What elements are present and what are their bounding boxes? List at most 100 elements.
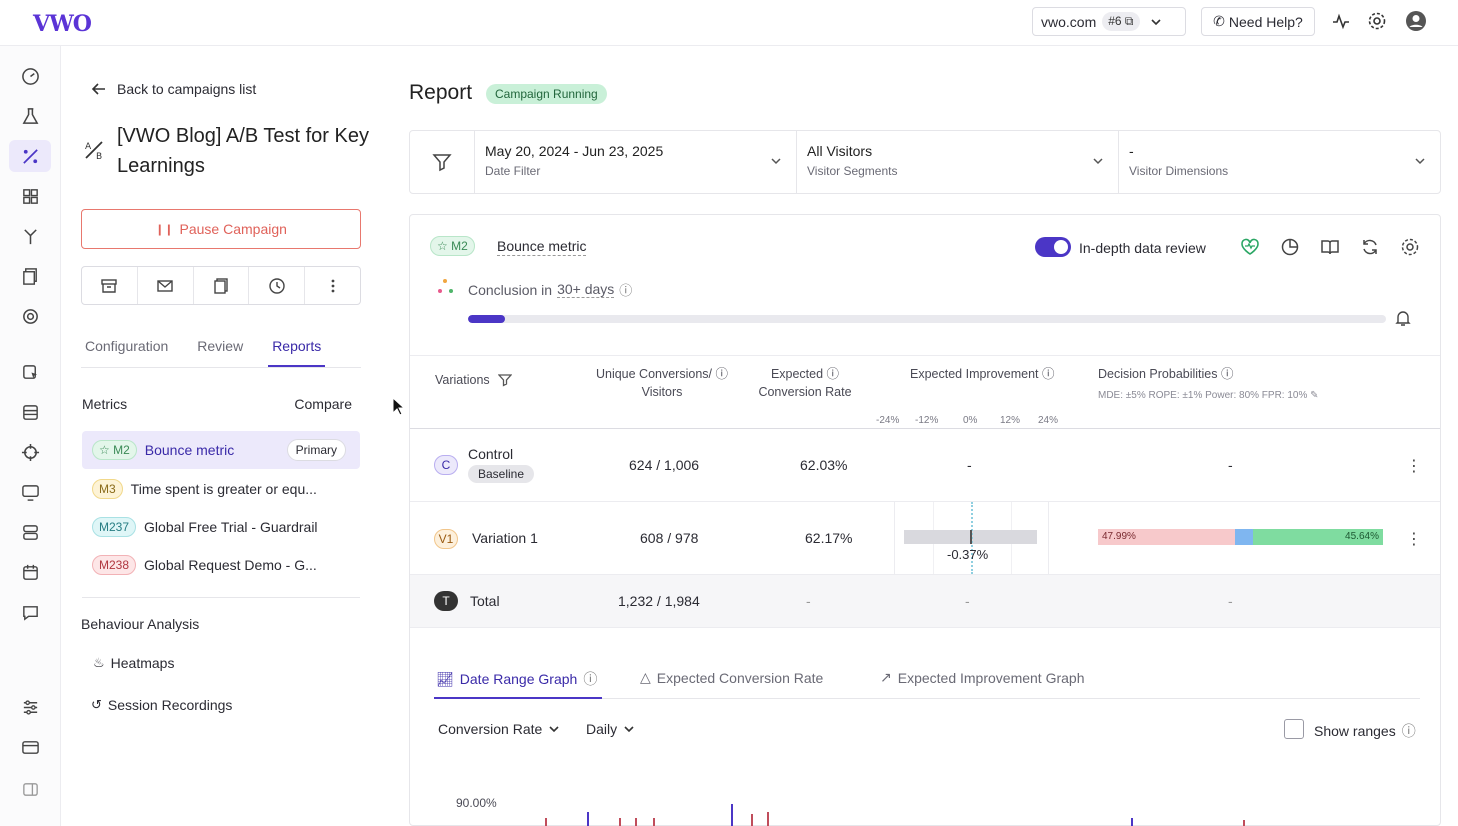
- flask-testing-icon[interactable]: [9, 100, 51, 132]
- edit-pencil-icon[interactable]: ✎: [1310, 390, 1318, 401]
- campaign-actions: [81, 266, 361, 305]
- billing-card-icon[interactable]: [9, 731, 51, 763]
- metric-item-m3[interactable]: M3 Time spent is greater or equ...: [82, 470, 360, 508]
- row-menu-icon[interactable]: ⋮: [1406, 456, 1422, 476]
- probability-neutral-segment: [1234, 529, 1253, 545]
- help-icon[interactable]: ⓘ: [1042, 367, 1055, 381]
- metric-badge: ☆ M2: [430, 236, 475, 256]
- graph-spikes: [545, 804, 1245, 826]
- mouse-cursor-icon: [392, 397, 406, 416]
- visitor-segments-filter[interactable]: All Visitors Visitor Segments: [797, 131, 1119, 193]
- show-ranges-checkbox[interactable]: [1284, 719, 1304, 739]
- account-switcher[interactable]: vwo.com #6 ⧉: [1032, 7, 1186, 36]
- scale-tick: 0%: [963, 415, 978, 426]
- grid-apps-icon[interactable]: [9, 180, 51, 212]
- health-heart-icon[interactable]: [1239, 236, 1261, 258]
- metric-item-m2[interactable]: ☆ M2 Bounce metric Primary: [82, 431, 360, 469]
- bell-icon[interactable]: [1392, 307, 1414, 329]
- database-list-icon[interactable]: [9, 396, 51, 428]
- dashboard-gauge-icon[interactable]: [9, 60, 51, 92]
- scale-tick: -24%: [876, 415, 900, 426]
- help-icon[interactable]: ⓘ: [1402, 721, 1416, 741]
- metric-badge: ☆ M2: [92, 440, 137, 460]
- pie-chart-icon[interactable]: [1279, 236, 1301, 258]
- crosshair-icon[interactable]: [9, 436, 51, 468]
- table-row-total: T Total 1,232 / 1,984 - - -: [410, 575, 1440, 628]
- tab-review[interactable]: Review: [193, 326, 247, 367]
- heatmaps-link[interactable]: ♨ Heatmaps: [93, 655, 174, 671]
- help-icon[interactable]: ⓘ: [827, 367, 840, 381]
- history-clock-icon[interactable]: [249, 267, 306, 304]
- chat-feedback-icon[interactable]: [9, 596, 51, 628]
- divider: [82, 597, 360, 598]
- tab-expected-conversion-rate[interactable]: △ Expected Conversion Rate: [640, 669, 823, 686]
- campaign-tabs: Configuration Review Reports: [81, 326, 361, 368]
- period-dropdown[interactable]: Daily: [586, 721, 635, 737]
- user-avatar-icon[interactable]: [1405, 10, 1427, 32]
- server-stack-icon[interactable]: [9, 516, 51, 548]
- warning-triangle-icon: △: [640, 669, 651, 685]
- activity-icon[interactable]: [1330, 10, 1352, 32]
- page-title: Report: [409, 81, 473, 104]
- date-filter[interactable]: May 20, 2024 - Jun 23, 2025 Date Filter: [475, 131, 797, 193]
- mail-icon[interactable]: [138, 267, 194, 304]
- metric-name[interactable]: Bounce metric: [497, 238, 587, 256]
- help-icon[interactable]: ⓘ: [716, 367, 729, 381]
- tab-date-range-graph[interactable]: 📈︎ Date Range Graph ⓘ: [436, 669, 597, 689]
- segments-label: Visitor Segments: [807, 164, 898, 178]
- active-tab-indicator: [434, 697, 602, 699]
- metrics-header: Metrics Compare: [82, 396, 352, 412]
- flame-icon: ♨: [93, 655, 105, 670]
- ab-testing-icon[interactable]: [9, 140, 51, 172]
- filter-funnel-icon[interactable]: [497, 373, 512, 387]
- target-personalize-icon[interactable]: [9, 300, 51, 332]
- metric-item-m238[interactable]: M238 Global Request Demo - G...: [82, 546, 360, 584]
- in-depth-review-toggle[interactable]: [1035, 237, 1071, 257]
- settings-gear-icon[interactable]: [1366, 10, 1388, 32]
- metric-name: Global Free Trial - Guardrail: [144, 519, 318, 535]
- tab-expected-improvement-graph[interactable]: ↗ Expected Improvement Graph: [880, 669, 1085, 686]
- metric-type-dropdown[interactable]: Conversion Rate: [438, 721, 560, 737]
- monitor-replay-icon[interactable]: [9, 476, 51, 508]
- tab-configuration[interactable]: Configuration: [81, 326, 172, 367]
- book-open-icon[interactable]: [1319, 236, 1341, 258]
- visitor-dimensions-filter[interactable]: - Visitor Dimensions: [1119, 131, 1440, 193]
- filter-funnel-icon[interactable]: [410, 131, 475, 193]
- variations-table-header: Variations Unique Conversions/ ⓘ Visitor…: [410, 355, 1440, 429]
- dimensions-label: Visitor Dimensions: [1129, 164, 1229, 178]
- info-icon[interactable]: ⓘ: [619, 280, 632, 299]
- more-vertical-icon[interactable]: [305, 267, 360, 304]
- variation-name[interactable]: Control: [468, 446, 513, 462]
- pages-copy-icon[interactable]: [9, 260, 51, 292]
- split-branch-icon[interactable]: [9, 220, 51, 252]
- metric-type-value: Conversion Rate: [438, 721, 543, 737]
- cursor-insights-icon[interactable]: [9, 356, 51, 388]
- improvement-value: -: [967, 457, 972, 473]
- date-filter-label: Date Filter: [485, 164, 541, 178]
- variation-name[interactable]: Variation 1: [472, 530, 538, 546]
- calendar-icon[interactable]: [9, 556, 51, 588]
- help-icon[interactable]: ⓘ: [583, 669, 597, 689]
- vwo-logo[interactable]: VWO: [33, 11, 92, 37]
- tab-reports[interactable]: Reports: [268, 326, 326, 367]
- archive-icon[interactable]: [82, 267, 138, 304]
- duplicate-icon[interactable]: [194, 267, 250, 304]
- pause-label: Pause Campaign: [179, 221, 287, 237]
- need-help-button[interactable]: ✆ Need Help?: [1201, 7, 1315, 36]
- session-recordings-link[interactable]: ↺ Session Recordings: [91, 697, 232, 713]
- help-icon[interactable]: ⓘ: [1221, 367, 1234, 381]
- chevron-down-icon: [1150, 18, 1161, 25]
- chevron-down-icon: [624, 726, 634, 733]
- pause-campaign-button[interactable]: ❙❙ Pause Campaign: [81, 209, 361, 249]
- campaign-sidebar: Back to campaigns list AB [VWO Blog] A/B…: [61, 46, 391, 826]
- back-to-campaigns-link[interactable]: Back to campaigns list: [91, 81, 256, 97]
- row-menu-icon[interactable]: ⋮: [1406, 529, 1422, 549]
- need-help-label: Need Help?: [1228, 13, 1303, 30]
- collapse-panel-icon[interactable]: [9, 773, 51, 805]
- compare-button[interactable]: Compare: [294, 396, 352, 412]
- sliders-settings-icon[interactable]: [9, 691, 51, 723]
- conclusion-estimate: Conclusion in 30+ days ⓘ: [438, 279, 632, 299]
- metric-item-m237[interactable]: M237 Global Free Trial - Guardrail: [82, 508, 360, 546]
- refresh-icon[interactable]: [1359, 236, 1381, 258]
- settings-gear-icon[interactable]: [1399, 236, 1421, 258]
